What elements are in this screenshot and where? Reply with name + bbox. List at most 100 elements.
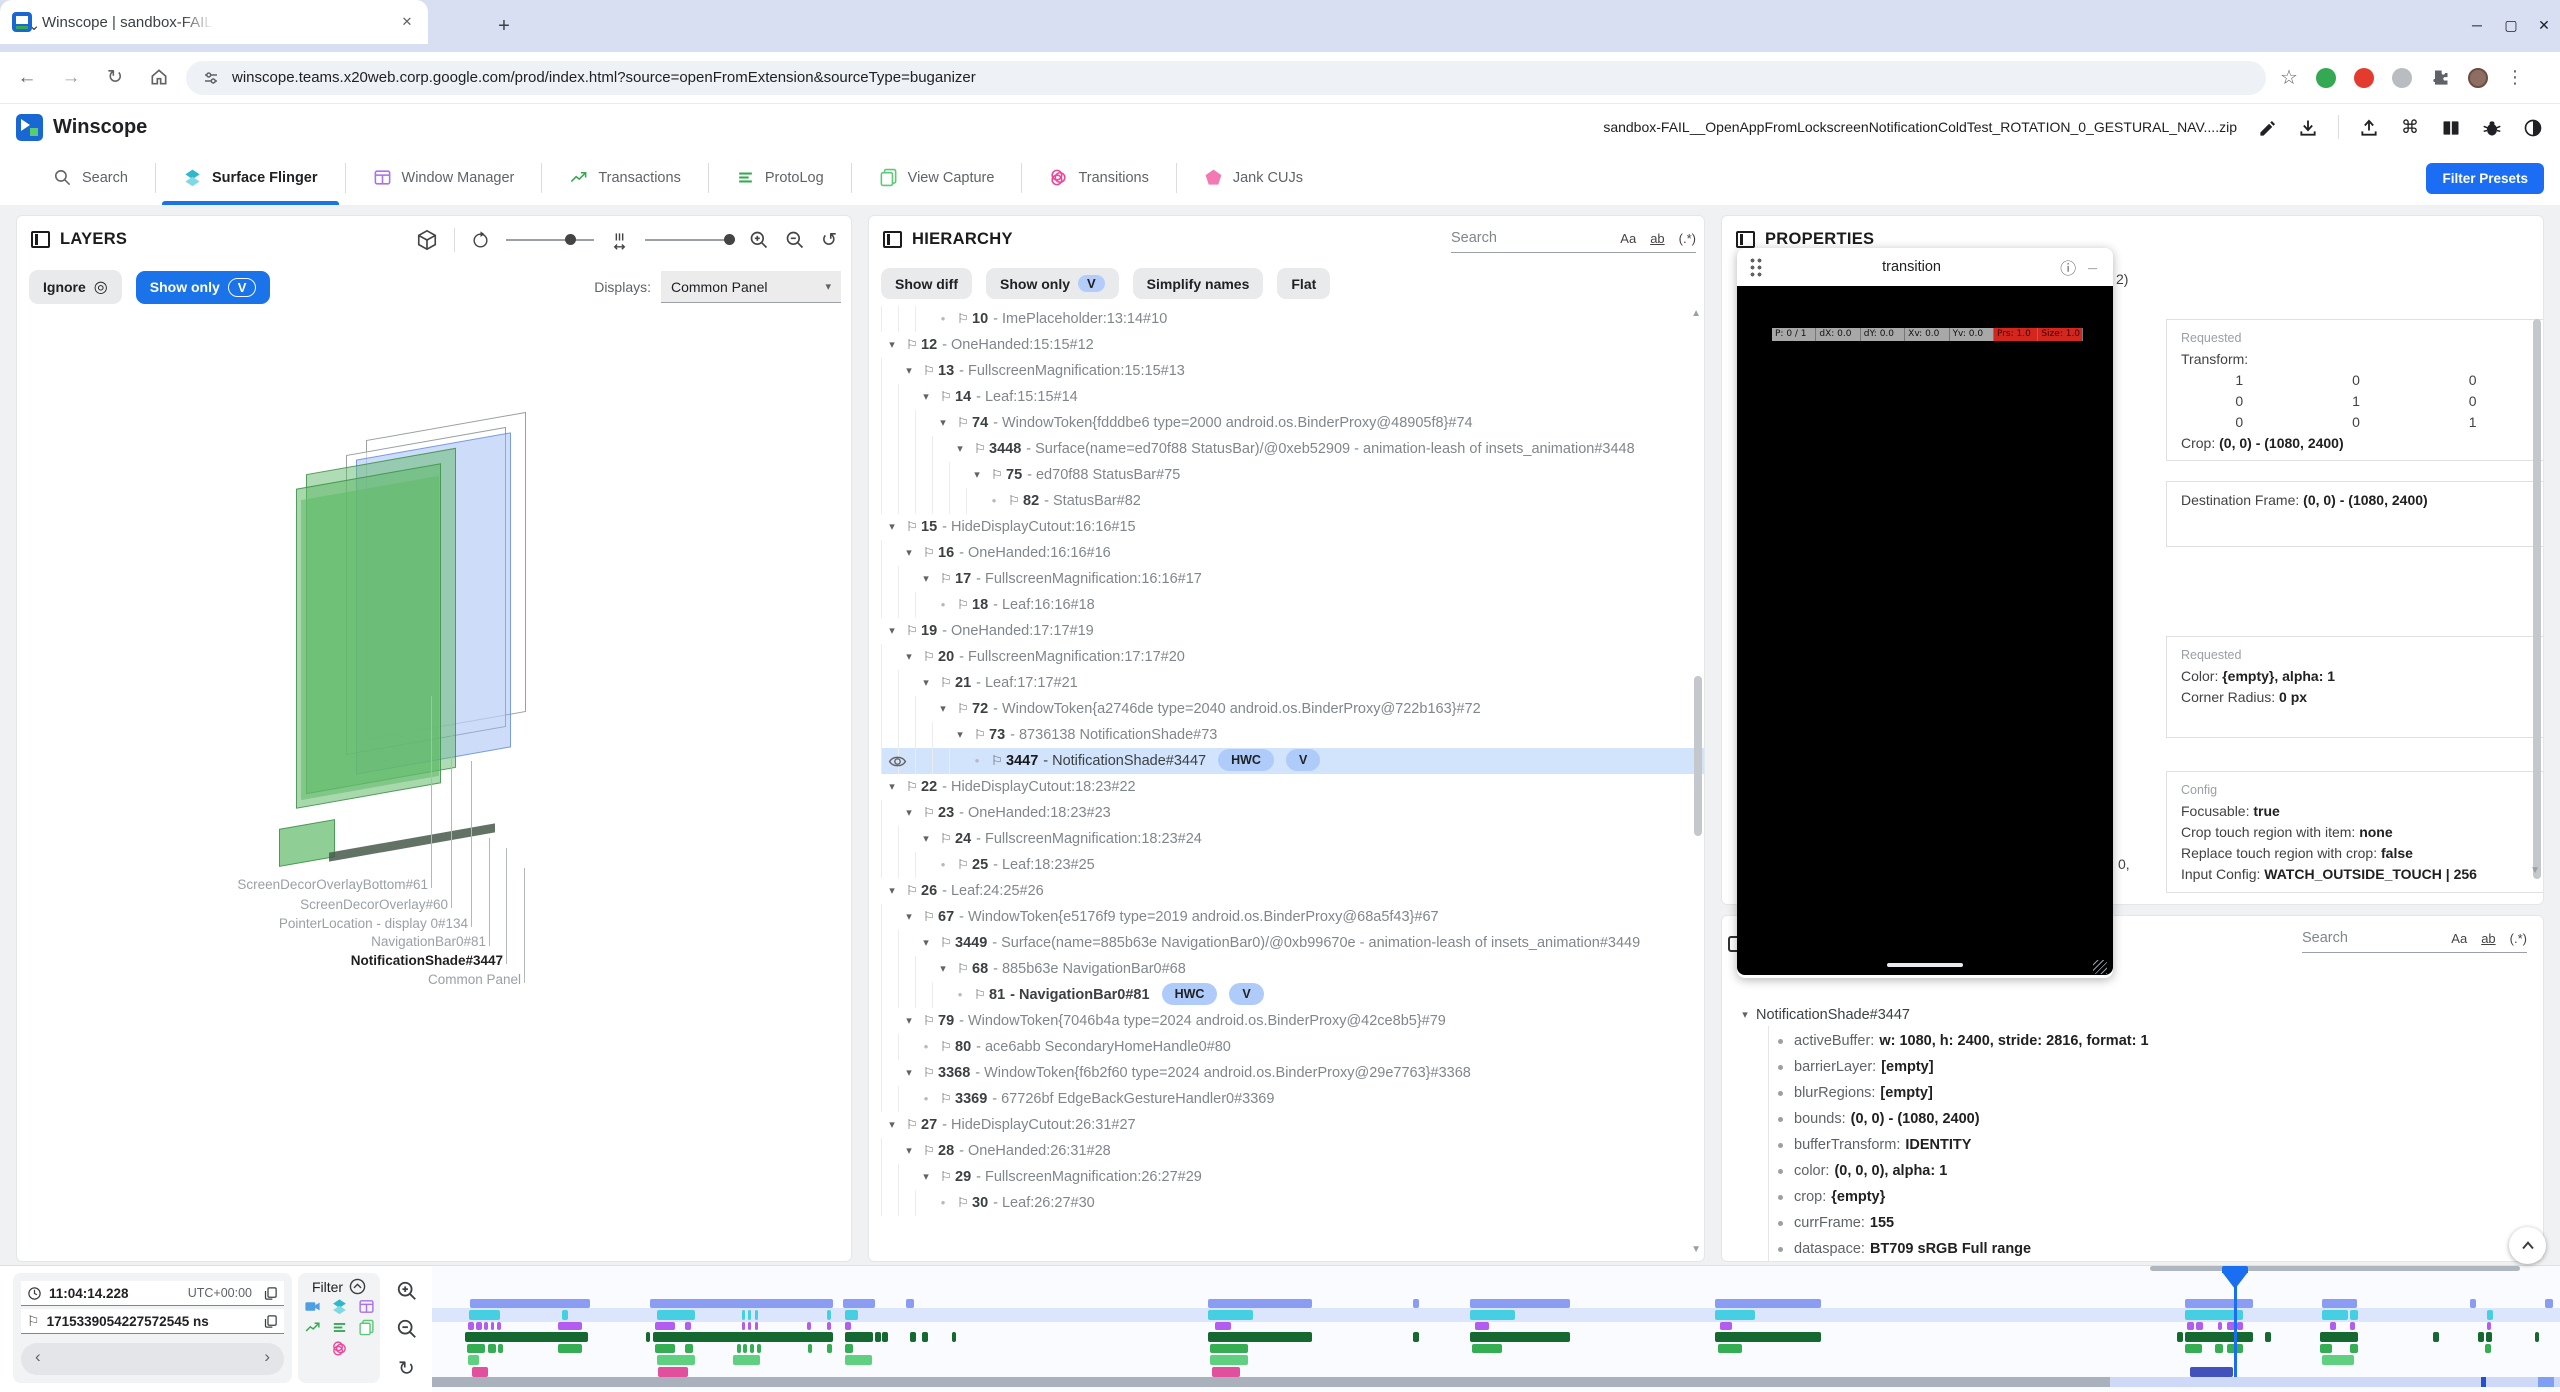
tree-row[interactable]: ▾⚐72- WindowToken{a2746de type=2040 andr…	[881, 696, 1704, 722]
timeline-segment[interactable]	[484, 1322, 488, 1330]
tab-view-capture[interactable]: View Capture	[852, 150, 1022, 205]
timeline-segment[interactable]	[755, 1310, 758, 1320]
timeline-segment[interactable]	[646, 1332, 650, 1342]
property-item[interactable]: dataspace:BT709 sRGB Full range	[1722, 1236, 2543, 1262]
timeline-segment[interactable]	[882, 1332, 888, 1342]
expander-icon[interactable]: ▾	[932, 956, 954, 982]
timeline-segment[interactable]	[2190, 1367, 2233, 1377]
tree-row[interactable]: ▾⚐21- Leaf:17:17#21	[881, 670, 1704, 696]
tree-row[interactable]: ▾⚐12- OneHanded:15:15#12	[881, 332, 1704, 358]
timeline-segment[interactable]	[476, 1322, 482, 1330]
tab-search[interactable]: Search	[26, 150, 155, 205]
tree-row[interactable]: •⚐3447- NotificationShade#3447HWCV	[881, 748, 1704, 774]
timeline-segment[interactable]	[843, 1299, 875, 1308]
scroll-up-arrow[interactable]: ▲	[1691, 308, 1701, 319]
bookmark-star-icon[interactable]: ☆	[2280, 65, 2298, 90]
property-item[interactable]: bounds:(0, 0) - (1080, 2400)	[1722, 1106, 2543, 1132]
copy-icon[interactable]	[263, 1286, 278, 1301]
tree-row[interactable]: ▾⚐22- HideDisplayCutout:18:23#22	[881, 774, 1704, 800]
leaf-bullet-icon[interactable]: •	[932, 306, 954, 332]
timeline-segment[interactable]	[755, 1322, 758, 1330]
timeline-segment[interactable]	[737, 1344, 741, 1353]
tab-window-manager[interactable]: Window Manager	[346, 150, 542, 205]
timeline-segment[interactable]	[562, 1310, 568, 1320]
timeline-segment[interactable]	[2320, 1332, 2358, 1342]
timeline-segment[interactable]	[742, 1322, 745, 1330]
timeline-segment[interactable]	[1208, 1310, 1253, 1320]
expander-icon[interactable]: ▾	[898, 1060, 920, 1086]
spacing-slider[interactable]	[645, 239, 733, 241]
tree-row[interactable]: ▾⚐27- HideDisplayCutout:26:31#27	[881, 1112, 1704, 1138]
timeline-segment[interactable]	[2486, 1332, 2492, 1342]
scroll-to-top-button[interactable]	[2509, 1227, 2546, 1264]
overview-cursor-tick[interactable]	[2481, 1377, 2486, 1387]
expander-icon[interactable]: ▾	[915, 826, 937, 852]
rotation-slider[interactable]	[506, 239, 594, 241]
tree-row[interactable]: •⚐80- ace6abb SecondaryHomeHandle0#80	[881, 1034, 1704, 1060]
timeline-segment[interactable]	[845, 1332, 873, 1342]
timeline-segment[interactable]	[807, 1322, 811, 1330]
expander-icon[interactable]: ▾	[898, 1138, 920, 1164]
timeline-segment[interactable]	[558, 1322, 582, 1330]
window-maximize-icon[interactable]: ▢	[2496, 10, 2526, 40]
tree-row[interactable]: ▾⚐17- FullscreenMagnification:16:16#17	[881, 566, 1704, 592]
leaf-bullet-icon[interactable]: •	[915, 1086, 937, 1112]
displays-dropdown[interactable]: Common Panel▾	[661, 271, 841, 303]
match-word-icon[interactable]: ab	[1650, 231, 1664, 246]
tab-close-icon[interactable]: ✕	[398, 13, 416, 31]
timeline-segment[interactable]	[491, 1322, 494, 1330]
window-manager-filter-icon[interactable]	[358, 1298, 375, 1315]
timeline-segment[interactable]	[827, 1344, 832, 1353]
leaf-bullet-icon[interactable]: •	[983, 488, 1005, 514]
timeline-segment[interactable]	[808, 1344, 812, 1353]
transition-overlay-window[interactable]: transition ⓘ _ P: 0 / 1dX: 0.0dY: 0.0Xv:…	[1737, 248, 2113, 978]
info-icon[interactable]: ⓘ	[2060, 255, 2076, 279]
back-button[interactable]: ←	[10, 61, 44, 95]
timeline-segment[interactable]	[1470, 1310, 1515, 1320]
forward-button[interactable]: →	[54, 61, 88, 95]
resize-handle[interactable]	[2093, 960, 2107, 974]
timeline-segment[interactable]	[952, 1332, 956, 1342]
expander-icon[interactable]: ▾	[932, 410, 954, 436]
expander-icon[interactable]: ▾	[915, 670, 937, 696]
prev-frame-icon[interactable]: ‹	[35, 1347, 41, 1367]
expander-icon[interactable]: ▾	[915, 384, 937, 410]
timeline-segment[interactable]	[845, 1344, 853, 1353]
timeline-segment[interactable]	[906, 1299, 914, 1308]
drag-handle-icon[interactable]	[1749, 257, 1763, 277]
tree-row[interactable]: ▾⚐68- 885b63e NavigationBar0#68	[881, 956, 1704, 982]
browser-tab[interactable]: Winscope | sandbox-FAIL ✕	[0, 0, 428, 44]
show-only-v-chip[interactable]: Show onlyV	[136, 271, 271, 304]
timeline-segment[interactable]	[1215, 1322, 1231, 1330]
scroll-down-arrow[interactable]: ▼	[2530, 865, 2540, 876]
timeline-segment[interactable]	[657, 1355, 695, 1365]
timeline-hscroll-track[interactable]	[2110, 1377, 2560, 1387]
timeline-segment[interactable]	[1715, 1332, 1821, 1342]
tree-row[interactable]: ▾⚐28- OneHanded:26:31#28	[881, 1138, 1704, 1164]
expander-icon[interactable]: ▾	[898, 800, 920, 826]
timeline-segment[interactable]	[469, 1310, 500, 1320]
transitions-filter-icon[interactable]	[331, 1340, 348, 1357]
leaf-bullet-icon[interactable]: •	[949, 982, 971, 1008]
show-only-chip[interactable]: Show onlyV	[986, 268, 1119, 299]
timeline-segment[interactable]	[1210, 1344, 1248, 1353]
expander-icon[interactable]: ▾	[881, 1112, 903, 1138]
reset-view-icon[interactable]: ↺	[821, 229, 837, 252]
property-item[interactable]: color:(0, 0, 0), alpha: 1	[1722, 1158, 2543, 1184]
collapse-filter-icon[interactable]	[349, 1278, 366, 1295]
timeline-segment[interactable]	[2487, 1310, 2493, 1320]
tree-row[interactable]: •⚐82- StatusBar#82	[881, 488, 1704, 514]
extension-icon-gray[interactable]	[2392, 68, 2412, 88]
extension-icon-red[interactable]	[2354, 68, 2374, 88]
property-item[interactable]: barrierLayer:[empty]	[1722, 1054, 2543, 1080]
timeline-segment[interactable]	[1208, 1332, 1312, 1342]
tree-row[interactable]: ▾⚐29- FullscreenMagnification:26:27#29	[881, 1164, 1704, 1190]
collapse-panel-icon[interactable]	[883, 231, 902, 248]
timeline-segment[interactable]	[1413, 1299, 1419, 1308]
expander-icon[interactable]: ▾	[966, 462, 988, 488]
window-close-icon[interactable]: ✕	[2529, 10, 2559, 40]
layer-label[interactable]: Common Panel	[428, 972, 521, 987]
leaf-bullet-icon[interactable]: •	[932, 1190, 954, 1216]
timeline-segment[interactable]	[742, 1310, 745, 1320]
nanosecond-field[interactable]: ⚐ 1715339054227572545 ns	[21, 1309, 284, 1334]
